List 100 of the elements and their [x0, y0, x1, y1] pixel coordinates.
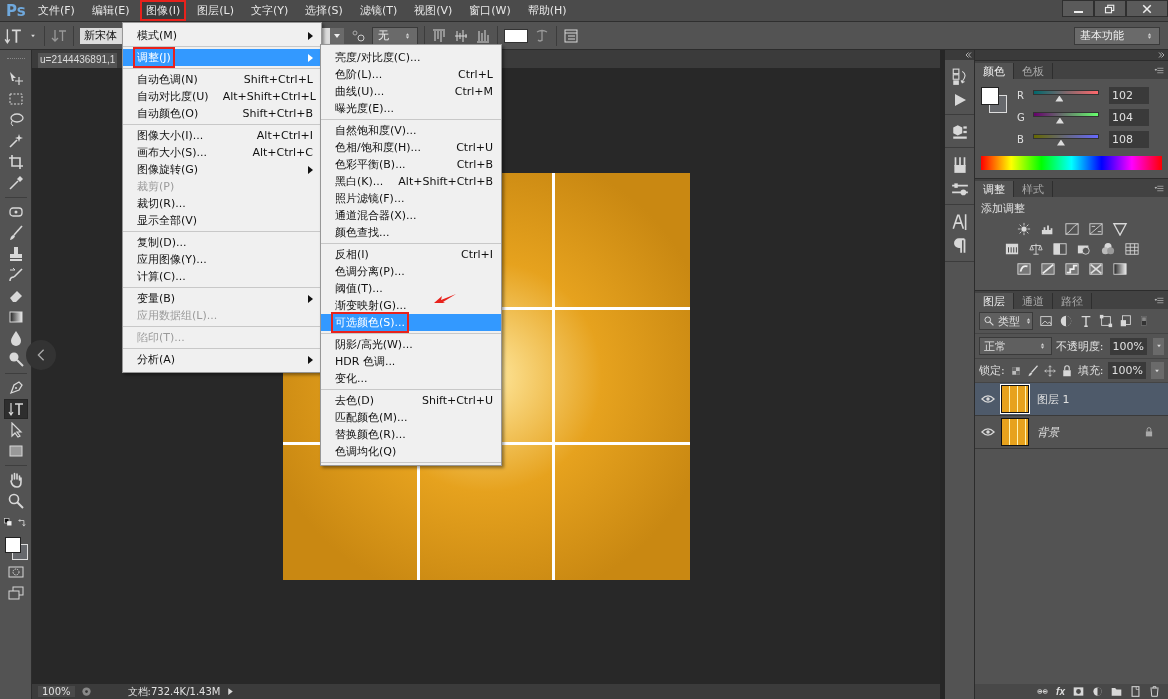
- menu-item[interactable]: 模式(M): [123, 27, 321, 44]
- panel-tab[interactable]: 色板: [1014, 63, 1053, 79]
- image-filter-icon[interactable]: [1039, 314, 1053, 328]
- swap-colors-icon[interactable]: [17, 518, 27, 528]
- close-button[interactable]: [1126, 0, 1168, 17]
- menu-item[interactable]: 色调均化(Q): [321, 443, 501, 460]
- expand-icon[interactable]: [1158, 51, 1166, 59]
- menu-bar-item[interactable]: 选择(S): [299, 0, 349, 21]
- menu-item[interactable]: 分析(A): [123, 351, 321, 368]
- menu-item[interactable]: 通道混合器(X)...: [321, 207, 501, 224]
- workspace-select[interactable]: 基本功能: [1074, 26, 1160, 45]
- adjustment-layer-icon[interactable]: [1092, 686, 1103, 697]
- document-info-icon[interactable]: [80, 686, 92, 697]
- filter-toggle-icon[interactable]: [1139, 313, 1149, 329]
- menu-item[interactable]: 色彩平衡(B)... Ctrl+B: [321, 156, 501, 173]
- eye-icon[interactable]: [981, 394, 995, 404]
- new-layer-icon[interactable]: [1130, 686, 1141, 697]
- lock-pixels-icon[interactable]: [1009, 364, 1022, 377]
- bars-icon[interactable]: [1003, 242, 1020, 256]
- menu-item[interactable]: 色阶(L)... Ctrl+L: [321, 66, 501, 83]
- anti-alias-select[interactable]: 无: [372, 26, 418, 45]
- panel-menu-icon[interactable]: [1154, 295, 1165, 305]
- collapse-panel-button[interactable]: [26, 340, 56, 370]
- mask-icon[interactable]: [1073, 686, 1084, 697]
- panel-tab[interactable]: 样式: [1014, 181, 1053, 197]
- layer-row[interactable]: 背景: [975, 416, 1168, 449]
- panel-tab[interactable]: 调整: [975, 181, 1014, 197]
- menu-bar-item[interactable]: 滤镜(T): [353, 0, 404, 21]
- color-slider[interactable]: [1033, 89, 1099, 102]
- menu-item[interactable]: 色调分离(P)...: [321, 263, 501, 280]
- menu-item[interactable]: 黑白(K)... Alt+Shift+Ctrl+B: [321, 173, 501, 190]
- menu-bar-item[interactable]: 图像(I): [140, 0, 187, 21]
- menu-item[interactable]: 变量(B): [123, 290, 321, 307]
- menu-item[interactable]: 色相/饱和度(H)... Ctrl+U: [321, 139, 501, 156]
- panel-tab[interactable]: 颜色: [975, 63, 1014, 79]
- invert-icon[interactable]: [1015, 262, 1032, 276]
- cube-properties-icon[interactable]: [950, 123, 969, 141]
- link-icon[interactable]: [1037, 686, 1049, 697]
- lock-icon[interactable]: [1060, 364, 1073, 377]
- panel-tab[interactable]: 图层: [975, 293, 1014, 309]
- gradient-square-icon[interactable]: [1111, 262, 1128, 276]
- menu-item[interactable]: 显示全部(V): [123, 212, 321, 229]
- text-orientation-icon[interactable]: [51, 27, 67, 44]
- menu-bar-item[interactable]: 图层(L): [191, 0, 240, 21]
- half-square-icon[interactable]: [1051, 242, 1068, 256]
- menu-item[interactable]: 自动对比度(U) Alt+Shift+Ctrl+L: [123, 88, 321, 105]
- circles-icon[interactable]: [1099, 242, 1116, 256]
- channel-value-field[interactable]: 104: [1109, 109, 1149, 126]
- panel-menu-icon[interactable]: [1154, 65, 1165, 75]
- menu-item[interactable]: 去色(D) Shift+Ctrl+U: [321, 392, 501, 409]
- steps-icon[interactable]: [1063, 262, 1080, 276]
- triangle-icon[interactable]: [1111, 222, 1128, 236]
- vertical-type-icon[interactable]: [4, 26, 22, 45]
- menu-bar-item[interactable]: 帮助(H): [521, 0, 573, 21]
- exposure-icon[interactable]: [1087, 222, 1104, 236]
- menu-item[interactable]: 自动颜色(O) Shift+Ctrl+B: [123, 105, 321, 122]
- adjustment-filter-icon[interactable]: [1059, 314, 1073, 328]
- font-style-dropdown-button[interactable]: [330, 27, 344, 44]
- striped-square-icon[interactable]: [1039, 262, 1056, 276]
- menu-item[interactable]: 阈值(T)...: [321, 280, 501, 297]
- restore-button[interactable]: [1094, 0, 1126, 17]
- channel-value-field[interactable]: 102: [1109, 87, 1149, 104]
- brush-icon[interactable]: [1026, 364, 1039, 377]
- grid-icon[interactable]: [1123, 242, 1140, 256]
- trash-icon[interactable]: [1149, 686, 1160, 697]
- opacity-field[interactable]: 100%: [1109, 337, 1147, 355]
- character-icon[interactable]: [950, 213, 969, 231]
- menu-item[interactable]: 渐变映射(G)...: [321, 297, 501, 314]
- menu-item[interactable]: 复制(D)...: [123, 234, 321, 251]
- panel-tab[interactable]: 通道: [1014, 293, 1053, 309]
- menu-bar-item[interactable]: 窗口(W): [463, 0, 517, 21]
- menu-bar-item[interactable]: 文字(Y): [245, 0, 295, 21]
- fill-field[interactable]: 100%: [1108, 362, 1146, 379]
- menu-item[interactable]: 图像大小(I)... Alt+Ctrl+I: [123, 127, 321, 144]
- channel-value-field[interactable]: 108: [1109, 131, 1149, 148]
- menu-item[interactable]: 亮度/对比度(C)...: [321, 49, 501, 66]
- layer-row[interactable]: 图层 1: [975, 383, 1168, 416]
- document-tab[interactable]: u=2144436891,1: [38, 53, 118, 68]
- blend-mode-select[interactable]: 正常: [979, 337, 1052, 355]
- menu-item[interactable]: 计算(C)...: [123, 268, 321, 285]
- panel-menu-icon[interactable]: [1154, 183, 1165, 193]
- menu-item[interactable]: 图像旋转(G): [123, 161, 321, 178]
- shape-filter-icon[interactable]: [1099, 314, 1113, 328]
- menu-item[interactable]: 画布大小(S)... Alt+Ctrl+C: [123, 144, 321, 161]
- sliders-icon[interactable]: [950, 180, 969, 198]
- minimize-button[interactable]: [1062, 0, 1094, 17]
- panel-tab[interactable]: 路径: [1053, 293, 1092, 309]
- color-spectrum[interactable]: [981, 156, 1162, 170]
- menu-bar-item[interactable]: 文件(F): [32, 0, 81, 21]
- expand-arrow-icon[interactable]: [226, 687, 236, 696]
- menu-item[interactable]: 曲线(U)... Ctrl+M: [321, 83, 501, 100]
- menu-item[interactable]: 照片滤镜(F)...: [321, 190, 501, 207]
- menu-item[interactable]: 替换颜色(R)...: [321, 426, 501, 443]
- default-colors-icon[interactable]: [4, 518, 14, 528]
- layer-style-button[interactable]: fx: [1056, 686, 1065, 697]
- history-icon[interactable]: [950, 68, 969, 86]
- sun-icon[interactable]: [1015, 222, 1032, 236]
- tool-button[interactable]: [3, 399, 28, 419]
- color-swatches[interactable]: [981, 87, 1007, 113]
- smart-object-filter-icon[interactable]: [1119, 314, 1133, 328]
